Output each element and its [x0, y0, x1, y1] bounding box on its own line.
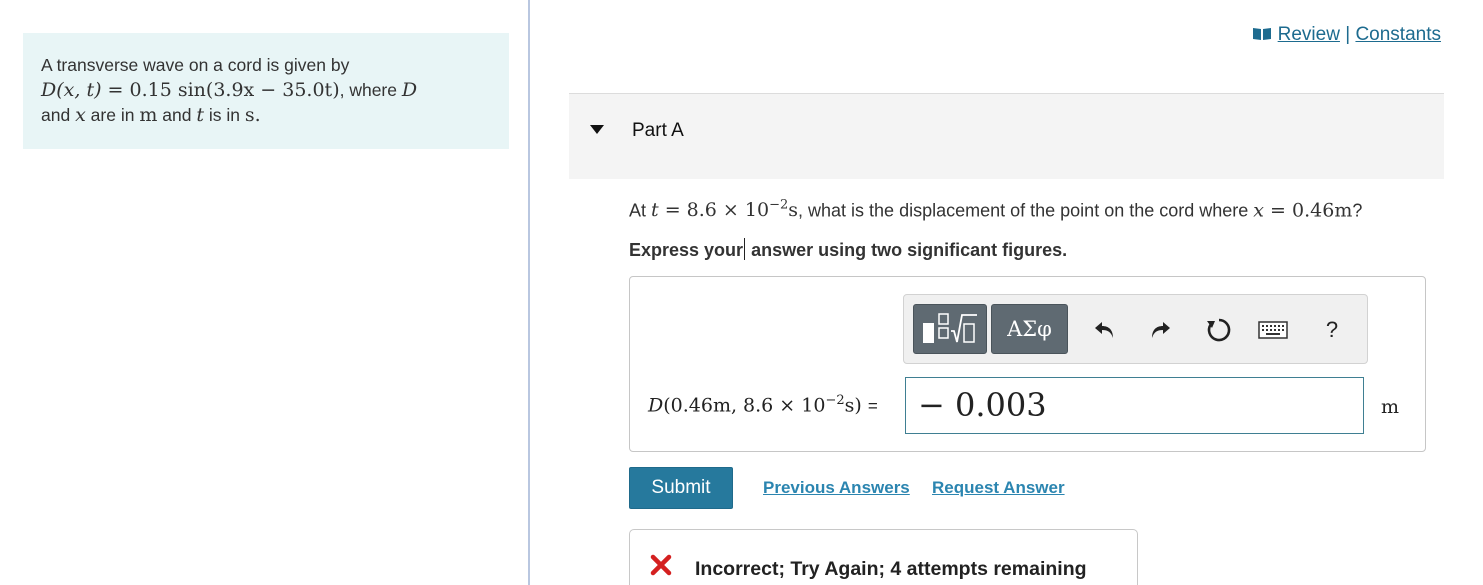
pane-divider[interactable] [528, 0, 530, 585]
instruction-text: Express your answer using two significan… [629, 238, 1068, 260]
question-text: At t = 8.6 × 10−2s, what is the displace… [629, 198, 1363, 222]
keyboard-icon[interactable] [1258, 315, 1288, 345]
book-icon [1252, 28, 1271, 40]
answer-input[interactable]: − 0.003 [905, 377, 1364, 434]
help-icon[interactable]: ? [1317, 315, 1347, 345]
problem-intro: A transverse wave on a cord is given by [41, 55, 350, 75]
collapse-triangle-icon[interactable] [590, 125, 604, 134]
math-toolbar: ΑΣφ ? [903, 294, 1368, 364]
feedback-box: Incorrect; Try Again; 4 attempts remaini… [629, 529, 1138, 585]
feedback-message: Incorrect; Try Again; 4 attempts remaini… [695, 558, 1087, 580]
answer-area: ΑΣφ ? D(0.46m, 8.6 × 10−2s) = − 0.003 m [629, 276, 1426, 452]
undo-icon[interactable] [1090, 315, 1120, 345]
problem-statement: A transverse wave on a cord is given by … [23, 33, 509, 149]
top-links: Review | Constants [1252, 24, 1441, 46]
part-header[interactable]: Part A [569, 93, 1444, 179]
problem-pane: A transverse wave on a cord is given by … [0, 0, 528, 585]
templates-icon [923, 313, 977, 343]
link-separator: | [1345, 24, 1351, 45]
reset-icon[interactable] [1204, 315, 1234, 345]
request-answer-link[interactable]: Request Answer [932, 478, 1065, 498]
error-x-icon [650, 554, 672, 576]
constants-link[interactable]: Constants [1355, 24, 1441, 45]
part-title: Part A [632, 120, 684, 141]
answer-label: D(0.46m, 8.6 × 10−2s) = [648, 393, 878, 417]
submit-button[interactable]: Submit [629, 467, 733, 509]
previous-answers-link[interactable]: Previous Answers [763, 478, 910, 498]
text-cursor [744, 238, 746, 260]
review-link[interactable]: Review [1278, 24, 1340, 45]
symbols-button[interactable]: ΑΣφ [991, 304, 1068, 354]
templates-button[interactable] [913, 304, 987, 354]
unit-label: m [1381, 396, 1400, 418]
redo-icon[interactable] [1145, 315, 1175, 345]
wave-equation: D(x, t) = 0.15 sin(3.9x − 35.0t) [41, 79, 340, 101]
